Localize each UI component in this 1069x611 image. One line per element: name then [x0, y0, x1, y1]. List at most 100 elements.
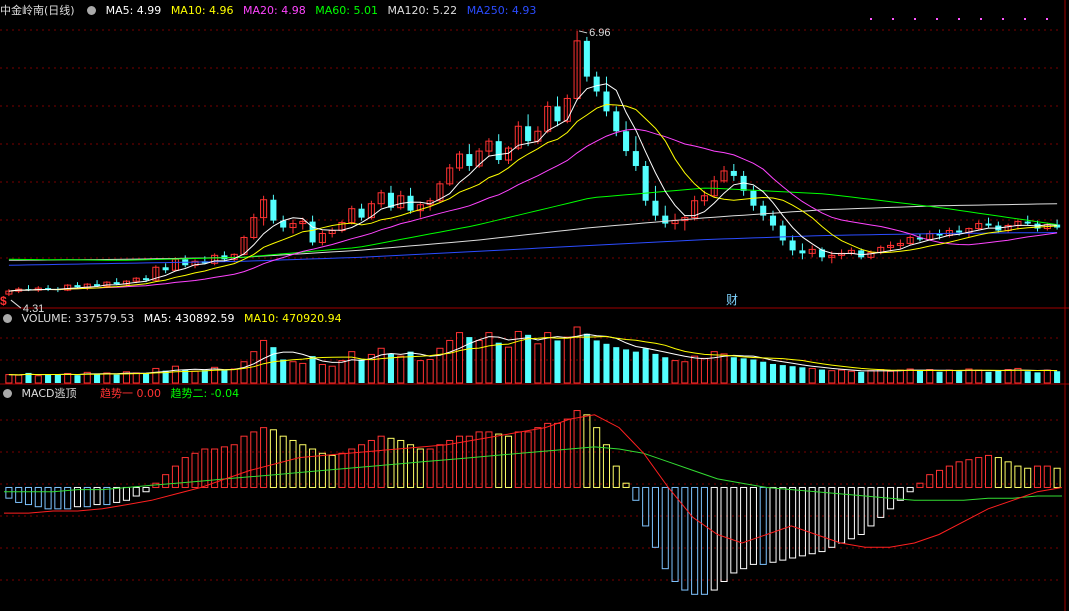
volume-bar: [779, 365, 786, 383]
volume-bar: [808, 367, 816, 384]
volume-bar: [289, 361, 297, 384]
low-arrow: [10, 299, 22, 309]
volume-bar: [221, 369, 228, 383]
macd-bar: [1053, 467, 1061, 488]
settings-circle-icon[interactable]: [87, 6, 97, 15]
volume-bar: [191, 370, 199, 384]
macd-label: MACD逃顶: [21, 387, 77, 400]
macd-bar: [367, 439, 375, 488]
volume-bar: [945, 369, 953, 384]
volume-ma10-line: [8, 335, 1058, 376]
volume-bar: [613, 347, 620, 383]
price-legend: 中金岭南(日线) MA5: 4.99 MA10: 4.96 MA20: 4.98…: [0, 2, 542, 20]
macd-bar: [220, 446, 228, 488]
macd-bar: [495, 433, 503, 488]
candle-body: [779, 225, 786, 241]
macd-bar: [789, 486, 797, 559]
macd-bar: [671, 486, 679, 582]
macd-bar: [808, 486, 816, 555]
ma10-line: [8, 103, 1058, 292]
volume-bar: [446, 339, 454, 384]
chart-canvas[interactable]: 6.964.31财$: [0, 0, 1069, 611]
candle-body: [858, 250, 865, 258]
volume-circle-icon[interactable]: [3, 314, 12, 323]
volume-bar: [201, 370, 208, 383]
stock-chart-window: 6.96 4.31 财 $ 中金岭南(日线) MA5: 4.99 MA10: 4.96…: [0, 0, 1069, 611]
macd-bar: [34, 486, 42, 508]
volume-bar: [720, 353, 728, 384]
volume-bar: [769, 363, 777, 383]
ma5-line: [8, 83, 1058, 292]
volume-bar: [54, 374, 61, 383]
candle-body: [495, 141, 502, 161]
volume-bar: [789, 366, 796, 383]
volume-bar: [799, 367, 806, 383]
macd-bar: [338, 452, 346, 488]
volume-legend: VOLUME: 337579.53 MA5: 430892.59 MA10: 4…: [0, 310, 348, 328]
volume-bar: [887, 370, 895, 384]
macd-bar: [250, 431, 258, 488]
macd-bar: [377, 435, 385, 488]
macd-bar: [524, 431, 532, 488]
volume-bar: [554, 340, 561, 383]
macd-bar: [975, 457, 983, 488]
macd-bar: [994, 457, 1002, 488]
macd-bar: [15, 486, 23, 503]
macd-bar: [358, 444, 366, 488]
volume-bar: [309, 356, 316, 383]
stock-name: 中金岭南(日线): [0, 4, 75, 17]
volume-ma5-label: MA5: 430892.59: [143, 312, 235, 325]
volume-bar: [544, 332, 552, 384]
volume-bar: [750, 359, 757, 383]
volume-bar: [436, 347, 444, 384]
volume-bar: [152, 367, 160, 384]
volume-bar: [94, 374, 101, 383]
macd-bar: [162, 474, 170, 488]
candle-body: [74, 285, 81, 288]
macd-circle-icon[interactable]: [3, 389, 12, 398]
macd-bar: [926, 474, 934, 488]
candle-body: [799, 250, 806, 254]
volume-bar: [681, 361, 689, 384]
candle-body: [407, 195, 414, 211]
candle-body: [593, 76, 600, 92]
ma20-label: MA20: 4.98: [243, 4, 306, 17]
macd-bar: [906, 486, 914, 493]
macd-bar: [485, 431, 493, 488]
volume-bar: [1004, 369, 1012, 384]
macd-bar: [681, 486, 689, 591]
macd-bar: [240, 435, 248, 488]
macd-bar: [593, 427, 601, 488]
volume-bar: [143, 373, 150, 383]
volume-bar: [280, 359, 287, 383]
candle-body: [985, 223, 992, 226]
candle-body: [730, 170, 737, 176]
marker-dot: [892, 18, 894, 20]
candle-body: [662, 215, 669, 224]
volume-bar: [603, 343, 610, 383]
candle-body: [162, 267, 169, 271]
macd-bar: [5, 486, 13, 499]
volume-bar: [45, 374, 52, 383]
volume-bar: [260, 339, 268, 384]
volume-bar: [426, 358, 434, 384]
macd-bar: [877, 486, 885, 518]
macd-bar: [132, 486, 140, 497]
macd-bar: [387, 437, 395, 488]
macd-bar: [710, 486, 718, 591]
candle-body: [603, 91, 610, 112]
macd-bar: [602, 444, 611, 488]
volume-bar: [299, 362, 307, 384]
candle-body: [632, 151, 639, 166]
volume-bar: [1024, 371, 1031, 383]
candle-body: [1024, 221, 1031, 224]
marker-dot: [1002, 18, 1004, 20]
volume-bar: [15, 374, 23, 384]
candle-body: [652, 200, 659, 216]
macd-bar: [965, 459, 973, 488]
volume-bar: [113, 374, 120, 383]
volume-bar: [377, 347, 385, 384]
volume-bar: [710, 351, 718, 384]
macd-bar: [113, 486, 121, 503]
volume-bar: [740, 358, 747, 383]
